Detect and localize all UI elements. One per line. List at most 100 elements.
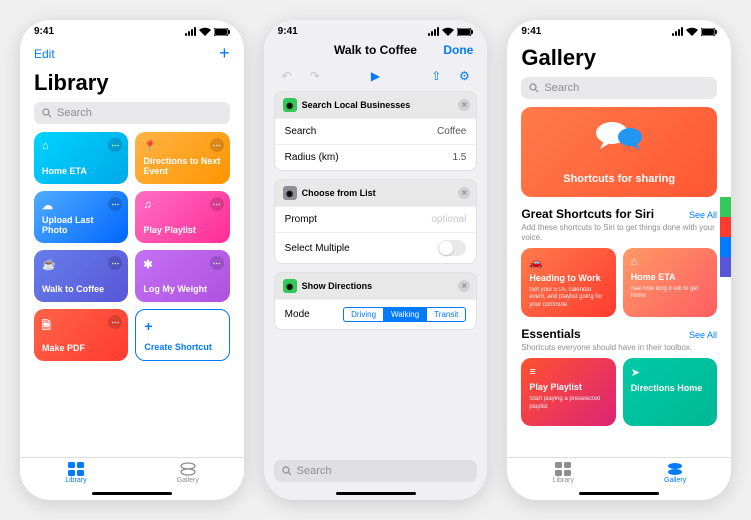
shortcut-tile[interactable]: ☁⋯Upload Last Photo <box>34 191 128 243</box>
row-value: optional <box>431 214 466 225</box>
shortcut-tile[interactable]: ♫⋯Play Playlist <box>135 191 229 243</box>
share-button[interactable]: ⇧ <box>427 67 445 85</box>
more-icon[interactable]: ⋯ <box>210 138 224 152</box>
close-icon[interactable]: ✕ <box>458 187 470 199</box>
close-icon[interactable]: ✕ <box>458 280 470 292</box>
search-placeholder: Search <box>57 107 92 119</box>
card-subtitle: Start playing a preselected playlist <box>529 396 607 410</box>
tab-gallery[interactable]: Gallery <box>619 462 731 484</box>
card-title: Play Playlist <box>529 382 607 392</box>
action-title: Search Local Businesses <box>302 100 411 110</box>
card-title: Directions Home <box>631 383 709 393</box>
action-row[interactable]: Promptoptional <box>275 206 477 232</box>
tab-gallery[interactable]: Gallery <box>132 462 244 484</box>
tab-gallery-label: Gallery <box>177 477 199 484</box>
more-icon[interactable]: ⋯ <box>210 256 224 270</box>
home-indicator[interactable] <box>579 492 659 495</box>
create-shortcut-tile[interactable]: +Create Shortcut <box>135 309 229 361</box>
settings-button[interactable]: ⚙ <box>455 67 473 85</box>
home-indicator[interactable] <box>336 492 416 495</box>
edit-button[interactable]: Edit <box>34 47 55 61</box>
redo-button[interactable]: ↷ <box>306 67 324 85</box>
tab-library[interactable]: Library <box>507 462 619 484</box>
action-row: ModeDrivingWalkingTransit <box>275 299 477 329</box>
card-title: Home ETA <box>631 272 709 282</box>
editor-toolbar: ↶ ↷ ▶ ⇧ ⚙ <box>264 61 488 91</box>
see-all-link[interactable]: See All <box>689 210 717 220</box>
shortcut-tile[interactable]: ☕⋯Walk to Coffee <box>34 250 128 302</box>
gallery-card[interactable]: ➤Directions Home <box>623 358 717 426</box>
gallery-card[interactable]: ⌂Home ETASee how long it will to get hom… <box>623 248 717 317</box>
tab-library[interactable]: Library <box>20 462 132 484</box>
add-button[interactable]: + <box>219 43 230 64</box>
tab-gallery-label: Gallery <box>664 477 686 484</box>
action-row[interactable]: Radius (km) 1.5 <box>275 144 477 170</box>
section-title: Great Shortcuts for Siri <box>521 207 654 221</box>
gallery-content: Shortcuts for sharing Great Shortcuts fo… <box>507 107 731 457</box>
shortcut-tile[interactable]: ✱⋯Log My Weight <box>135 250 229 302</box>
search-input[interactable]: Search <box>521 77 717 99</box>
card-title: Heading to Work <box>529 273 607 283</box>
page-title: Library <box>20 68 244 102</box>
shortcut-tile[interactable]: ⌂⋯Home ETA <box>34 132 128 184</box>
action-row[interactable]: SearchCoffee <box>275 118 477 144</box>
action-block[interactable]: ◉Show Directions✕ModeDrivingWalkingTrans… <box>274 272 478 330</box>
done-button[interactable]: Done <box>443 43 473 57</box>
segment-option[interactable]: Walking <box>384 308 427 321</box>
play-button[interactable]: ▶ <box>367 67 385 85</box>
action-header: ◉ Search Local Businesses ✕ <box>275 92 477 118</box>
featured-banner[interactable]: Shortcuts for sharing <box>521 107 717 197</box>
card-subtitle: See how long it will to get home <box>631 286 709 300</box>
phone-gallery: 9:41 Gallery Search Shortcuts for sharin… <box>507 20 731 500</box>
shortcut-name: Home ETA <box>42 166 120 176</box>
search-placeholder: Search <box>297 465 332 477</box>
create-label: Create Shortcut <box>144 342 220 352</box>
gallery-icon <box>666 462 684 476</box>
section-subtitle: Add these shortcuts to Siri to get thing… <box>521 223 717 242</box>
toggle-switch[interactable] <box>438 240 466 256</box>
gallery-card[interactable]: ≡ Play Playlist Start playing a preselecte… <box>521 358 615 426</box>
shortcut-tile[interactable]: 🗎⋯Make PDF <box>34 309 128 361</box>
more-icon[interactable]: ⋯ <box>210 197 224 211</box>
cards-row: 🚗Heading to WorkGet your ETA, calendar e… <box>521 248 717 317</box>
nav-bar: Edit + <box>20 39 244 68</box>
row-value: 1.5 <box>452 152 466 163</box>
status-bar: 9:41 <box>20 20 244 39</box>
action-icon: ◉ <box>283 279 297 293</box>
action-header: ◉Show Directions✕ <box>275 273 477 299</box>
banner-title: Shortcuts for sharing <box>563 173 675 185</box>
phone-library: 9:41 Edit + Library Search ⌂⋯Home ETA📍⋯D… <box>20 20 244 500</box>
status-time: 9:41 <box>278 26 298 37</box>
shortcut-name: Upload Last Photo <box>42 215 120 235</box>
close-icon[interactable]: ✕ <box>458 99 470 111</box>
gallery-card[interactable]: 🚗Heading to WorkGet your ETA, calendar e… <box>521 248 615 317</box>
action-block[interactable]: ◉Choose from List✕PromptoptionalSelect M… <box>274 179 478 264</box>
tab-library-label: Library <box>553 477 574 484</box>
search-icon <box>42 108 52 118</box>
search-input[interactable]: Search <box>34 102 230 124</box>
shortcut-name: Log My Weight <box>143 284 221 294</box>
home-indicator[interactable] <box>92 492 172 495</box>
segment-option[interactable]: Driving <box>344 308 384 321</box>
status-bar: 9:41 <box>264 20 488 39</box>
action-title: Choose from List <box>302 188 376 198</box>
undo-button[interactable]: ↶ <box>278 67 296 85</box>
library-content: ⌂⋯Home ETA📍⋯Directions to Next Event☁⋯Up… <box>20 132 244 457</box>
shortcut-name: Walk to Coffee <box>42 284 120 294</box>
see-all-link[interactable]: See All <box>689 330 717 340</box>
action-search-input[interactable]: Search <box>274 460 478 482</box>
card-icon: ≡ <box>529 366 607 378</box>
page-title: Gallery <box>507 39 731 77</box>
shortcuts-grid: ⌂⋯Home ETA📍⋯Directions to Next Event☁⋯Up… <box>34 132 230 361</box>
segmented-control[interactable]: DrivingWalkingTransit <box>343 307 466 322</box>
action-icon: ◉ <box>283 98 297 112</box>
shortcut-tile[interactable]: 📍⋯Directions to Next Event <box>135 132 229 184</box>
row-label: Radius (km) <box>285 152 339 163</box>
action-block[interactable]: ◉Search Local Businesses✕SearchCoffeeRad… <box>274 91 478 171</box>
next-banner-peek[interactable] <box>720 197 731 277</box>
tab-bar: Library Gallery <box>507 457 731 490</box>
search-icon <box>529 83 539 93</box>
segment-option[interactable]: Transit <box>427 308 465 321</box>
row-value: Coffee <box>437 126 466 137</box>
tab-library-label: Library <box>65 477 86 484</box>
